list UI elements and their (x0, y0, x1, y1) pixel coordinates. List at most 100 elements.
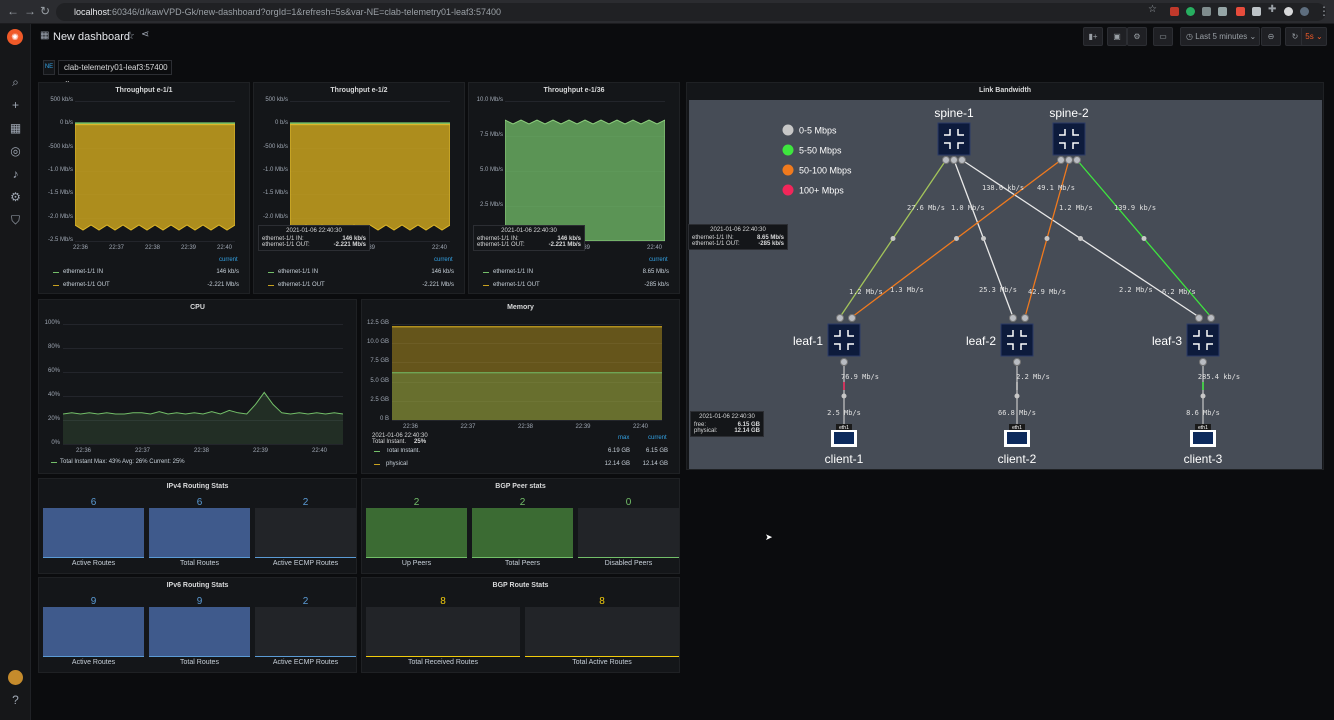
graph-tooltip: 2021-01-06 22:40:30 free: 6.15 GB physical:… (690, 411, 764, 437)
throughput-panel[interactable]: Throughput e-1/36 10.0 Mb/s 7.5 Mb/s 5.0 Mb… (468, 82, 680, 294)
spine-router-icon (937, 122, 971, 156)
forward-icon[interactable]: → (24, 4, 36, 18)
y-tick-label: 0 b/s (59, 120, 73, 127)
y-tick-label: 12.5 GB (366, 320, 389, 326)
explore-icon[interactable]: ◎ (9, 145, 22, 158)
y-tick-label: 5.0 GB (370, 377, 389, 384)
settings-button[interactable]: ⚙ (1127, 27, 1147, 46)
ipv4-stats-panel[interactable]: IPv4 Routing Stats 6 Active Routes 6 Total R… (38, 478, 357, 574)
stat-cell: 6 Active Routes (43, 497, 144, 567)
x-tick-label: 22:37 (135, 448, 151, 454)
stat-cell: 2 Up Peers (366, 497, 467, 567)
zoom-out-button[interactable]: ⊖ (1261, 27, 1281, 46)
tooltip-value: -2.221 Mb/s (333, 242, 366, 248)
stat-value: 2 (413, 497, 420, 508)
avatar[interactable] (8, 670, 23, 685)
port-badge (1057, 156, 1065, 164)
extension-icon[interactable] (1284, 7, 1293, 16)
gear-icon[interactable]: ⚙ (9, 191, 22, 204)
iface-label: eth1 (1198, 425, 1208, 431)
tooltip-row: Total Instant. 25% (372, 439, 432, 445)
tv-mode-button[interactable]: ▭ (1153, 27, 1173, 46)
share-icon[interactable]: ⋖ (141, 29, 149, 40)
stat-cell: 8 Total Received Routes (366, 596, 520, 666)
legend-label: 0-5 Mbps (799, 126, 837, 136)
puzzle-icon[interactable]: ✚ (1268, 4, 1276, 15)
save-icon: ▣ (1113, 32, 1121, 41)
bell-icon[interactable]: ♪ (9, 168, 22, 181)
refresh-interval-picker[interactable]: 5s ⌄ (1301, 27, 1327, 46)
stat-cell: 6 Total Routes (149, 497, 250, 567)
extension-icon[interactable] (1202, 7, 1211, 16)
port-badge (942, 156, 950, 164)
legend-label: ethernet-1/1 OUT (278, 282, 325, 288)
search-icon[interactable]: ⌕ (9, 76, 22, 89)
stat-label: Total Active Routes (572, 659, 632, 666)
y-tick-label: 60% (47, 368, 60, 374)
dashboards-icon[interactable]: ▦ (9, 122, 22, 135)
legend-current-header: current (219, 257, 238, 263)
page-title[interactable]: New dashboard (53, 31, 130, 43)
star-icon[interactable]: ☆ (1148, 4, 1157, 15)
memory-panel[interactable]: Memory 12.5 GB 10.0 GB 7.5 GB 5.0 GB 2.5 GB 0 … (361, 299, 680, 474)
tooltip-name: physical: (694, 428, 718, 434)
extension-icon[interactable] (1252, 7, 1261, 16)
extension-icon[interactable] (1218, 7, 1227, 16)
profile-icon[interactable] (1300, 7, 1309, 16)
address-bar[interactable]: localhost:60346/d/kawVPD-Gk/new-dashboar… (56, 3, 1326, 21)
link-bandwidth-panel[interactable]: Link Bandwidth 0-5 Mbps 5-50 Mbps 50-100 M… (686, 82, 1324, 470)
grafana-logo-icon[interactable]: ✺ (7, 29, 23, 45)
y-tick-label: 2.5 Mb/s (479, 202, 503, 208)
legend-value: 146 kb/s (216, 269, 239, 275)
free-area (392, 372, 662, 420)
router-box (937, 122, 971, 156)
stat-value: 2 (519, 497, 526, 508)
y-tick-label: 0% (51, 440, 60, 446)
reload-icon[interactable]: ↻ (40, 4, 50, 18)
legend-label: 50-100 Mbps (799, 166, 852, 176)
variable-select[interactable]: clab-telemetry01-leaf3:57400 ⌄ (58, 60, 172, 85)
extension-icon[interactable] (1186, 7, 1195, 16)
ipv6-stats-panel[interactable]: IPv6 Routing Stats 9 Active Routes 9 Total R… (38, 577, 357, 673)
series-area (290, 122, 450, 231)
x-tick-label: 22:37 (460, 424, 476, 430)
add-panel-button[interactable]: ▮+ (1083, 27, 1103, 46)
throughput-panel[interactable]: Throughput e-1/1 500 kb/s 0 b/s -500 kb/s -1… (38, 82, 250, 294)
back-icon[interactable]: ← (7, 4, 19, 18)
y-tick-label: -500 kb/s (48, 143, 73, 150)
stat-value: 0 (625, 497, 632, 508)
link-midpoint (1200, 393, 1206, 399)
y-tick-label: 80% (47, 344, 60, 350)
add-panel-icon: ▮+ (1088, 32, 1098, 41)
legend-value: -2.221 Mb/s (207, 282, 239, 288)
client-screen (1193, 432, 1213, 444)
bgp-peer-stats-panel[interactable]: BGP Peer stats 2 Up Peers 2 Total Peers 0 Disa… (361, 478, 680, 574)
bgp-route-stats-panel[interactable]: BGP Route Stats 8 Total Received Routes 8 To… (361, 577, 680, 673)
help-icon[interactable]: ? (9, 694, 22, 707)
graph-tooltip: 2021-01-06 22:40:30 Total Instant. 25% (368, 430, 436, 448)
legend-label: Total Instant. (386, 448, 421, 454)
extension-icon[interactable] (1236, 7, 1245, 16)
leaf-label: leaf-2 (966, 334, 996, 348)
stat-cell: 2 Active ECMP Routes (255, 596, 356, 666)
shield-icon[interactable]: ⛉ (9, 214, 22, 227)
router-box (1000, 323, 1034, 357)
throughput-panel[interactable]: Throughput e-1/2 500 kb/s 0 b/s -500 kb/s -1… (253, 82, 465, 294)
leaf-router-icon (827, 323, 861, 357)
port-badge (1009, 314, 1017, 322)
save-button[interactable]: ▣ (1107, 27, 1127, 46)
bandwidth-label: 25.3 Mb/s (979, 286, 1017, 294)
port-badge (1073, 156, 1081, 164)
tooltip-value: 12.14 GB (734, 428, 760, 434)
tooltip-value: 25% (414, 439, 427, 445)
legend-dot (782, 184, 794, 196)
legend-label: ethernet-1/1 IN (493, 269, 534, 275)
time-range-picker[interactable]: ◷ Last 5 minutes ⌄ (1180, 27, 1260, 46)
plus-icon[interactable]: + (9, 99, 22, 112)
cpu-panel[interactable]: CPU 100% 80% 60% 40% 20% 0% 22:36 22:37 22:38 22:3… (38, 299, 357, 474)
stat-value: 2 (302, 596, 309, 607)
extension-icon[interactable] (1170, 7, 1179, 16)
star-icon[interactable]: ☆ (125, 29, 135, 42)
legend-value: 8.65 Mb/s (642, 269, 669, 275)
menu-icon[interactable]: ⋮ (1318, 4, 1330, 18)
